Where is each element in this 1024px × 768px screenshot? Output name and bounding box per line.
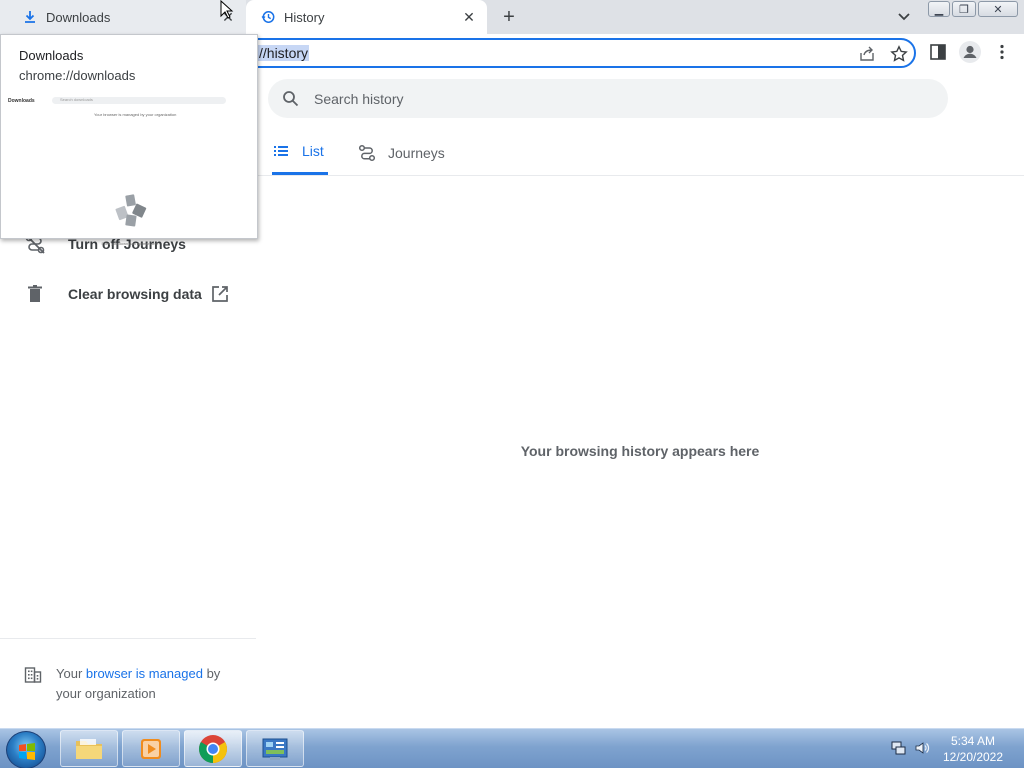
- profile-avatar-icon[interactable]: [958, 40, 982, 64]
- history-icon: [260, 9, 276, 25]
- media-player-icon: [141, 738, 161, 759]
- tab-journeys-label: Journeys: [388, 144, 445, 161]
- preview-title: Downloads: [8, 98, 35, 104]
- tab-search-button[interactable]: [894, 8, 914, 26]
- downloads-empty-illustration: [115, 194, 147, 227]
- taskbar-file-explorer[interactable]: [60, 730, 118, 767]
- search-history-input[interactable]: [314, 79, 914, 118]
- minimize-button[interactable]: ▁: [928, 1, 950, 17]
- tab-title: History: [284, 9, 325, 25]
- tab-list[interactable]: List: [272, 130, 328, 175]
- chrome-icon: [199, 734, 227, 763]
- tab-hover-card: Downloads chrome://downloads Downloads S…: [0, 34, 258, 246]
- tab-title: Downloads: [46, 9, 111, 25]
- tab-history[interactable]: History ✕: [246, 0, 487, 34]
- preview-search: Search downloads: [52, 97, 226, 104]
- taskbar: 5:34 AM 12/20/2022: [0, 728, 1024, 768]
- tab-list-label: List: [302, 143, 324, 159]
- sidebar-item-clear-browsing-data[interactable]: Clear browsing data: [0, 274, 256, 314]
- taskbar-clock[interactable]: 5:34 AM 12/20/2022: [930, 733, 1016, 765]
- network-icon[interactable]: [891, 740, 907, 756]
- more-menu-icon[interactable]: [992, 42, 1012, 62]
- tab-journeys[interactable]: Journeys: [358, 130, 458, 175]
- journeys-icon: [358, 144, 376, 162]
- preview-managed-text: Your browser is managed by your organiza…: [94, 112, 177, 117]
- preview-empty-text: Files you download appear here: [101, 241, 159, 246]
- download-icon: [22, 9, 38, 25]
- start-button[interactable]: [6, 731, 46, 768]
- trash-icon: [24, 283, 46, 305]
- hover-card-preview: Downloads Search downloads Your browser …: [4, 93, 256, 246]
- taskbar-control-panel[interactable]: [246, 730, 304, 767]
- chevron-down-icon: [898, 13, 910, 21]
- hover-card-url: chrome://downloads: [19, 68, 136, 83]
- new-tab-button[interactable]: +: [497, 6, 521, 28]
- close-window-button[interactable]: ✕: [978, 1, 1018, 17]
- side-panel-icon[interactable]: [928, 42, 948, 62]
- windows-logo-icon: [19, 743, 35, 760]
- bookmark-star-icon[interactable]: [890, 45, 908, 63]
- maximize-button[interactable]: ❐: [952, 1, 976, 17]
- history-view-tabs: List Journeys: [256, 130, 1024, 176]
- search-icon: [282, 90, 299, 107]
- open-in-new-icon: [210, 284, 230, 304]
- control-panel-icon: [262, 738, 288, 760]
- clock-date: 12/20/2022: [942, 750, 1004, 764]
- file-explorer-icon: [76, 738, 102, 759]
- search-history-box[interactable]: [268, 79, 948, 118]
- taskbar-media-player[interactable]: [122, 730, 180, 767]
- mouse-cursor-icon: [220, 0, 234, 19]
- managed-prefix: Your: [56, 666, 86, 681]
- sidebar-divider: [0, 638, 256, 639]
- close-tab-button[interactable]: ✕: [461, 9, 477, 25]
- managed-browser-link[interactable]: browser is managed: [86, 666, 203, 681]
- share-icon[interactable]: [858, 45, 876, 63]
- volume-icon[interactable]: [914, 740, 930, 756]
- list-icon: [272, 142, 290, 160]
- taskbar-chrome[interactable]: [184, 730, 242, 767]
- address-bar-text[interactable]: //history: [258, 45, 310, 61]
- clock-time: 5:34 AM: [950, 734, 996, 748]
- tab-strip: Downloads ✕ History ✕ + ▁ ❐ ✕: [0, 0, 1024, 34]
- address-bar[interactable]: //history: [226, 38, 916, 68]
- hover-card-title: Downloads: [19, 48, 84, 63]
- empty-history-message: Your browsing history appears here: [520, 443, 760, 459]
- managed-text: Your browser is managed by your organiza…: [56, 664, 246, 704]
- sidebar-item-label: Clear browsing data: [68, 286, 202, 302]
- tab-downloads[interactable]: Downloads ✕: [0, 0, 246, 34]
- building-icon: [24, 666, 42, 684]
